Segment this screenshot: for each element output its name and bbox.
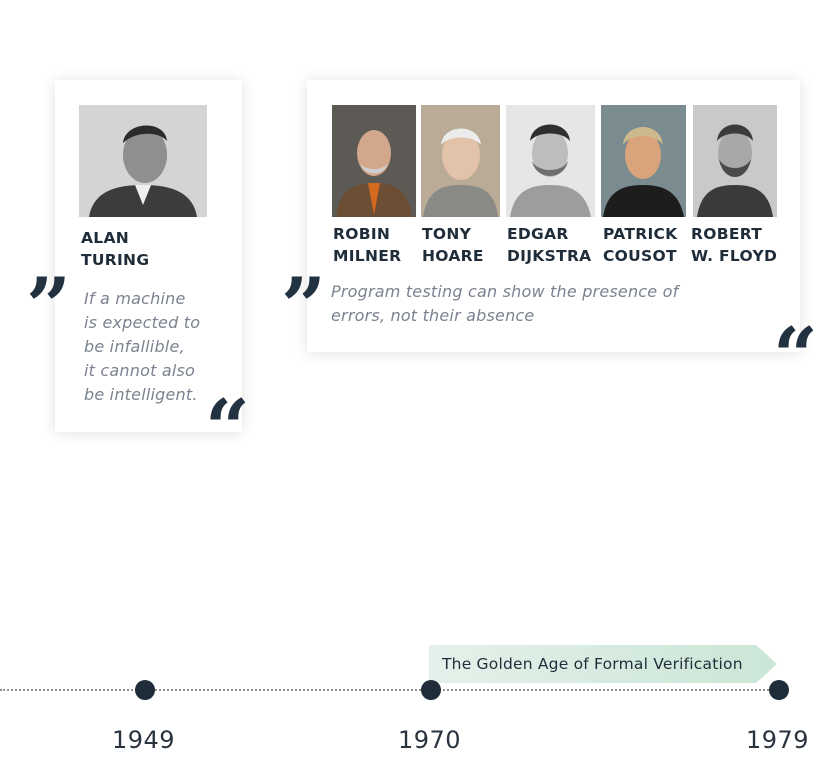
robert-floyd-photo (693, 105, 777, 217)
year-label-1970: 1970 (398, 726, 462, 754)
group-quote-line: errors, not their absence (331, 306, 535, 325)
timeline-dot-1970[interactable] (421, 680, 441, 700)
year-label-1949: 1949 (112, 726, 176, 754)
group-quote-line: Program testing can show the presence of (331, 282, 679, 301)
edgar-dijkstra-name: EDGAR DIJKSTRA (507, 223, 591, 267)
portrait-image (601, 105, 686, 217)
patrick-cousot-name: PATRICK COUSOT (603, 223, 678, 267)
portrait-image (693, 105, 777, 217)
close-quote-mark-icon: “ (205, 383, 250, 474)
portrait-image (421, 105, 500, 217)
name-line2: DIJKSTRA (507, 247, 592, 265)
timeline-dot-1949[interactable] (135, 680, 155, 700)
portrait-image (332, 105, 416, 217)
name-line1: ROBIN (333, 225, 391, 243)
tony-hoare-photo (421, 105, 500, 217)
open-quote-mark-icon: ” (26, 261, 71, 352)
timeline-line (0, 689, 780, 691)
name-line1: PATRICK (603, 225, 678, 243)
close-quote-mark-icon: “ (773, 311, 818, 402)
turing-quote-line: If a machine (84, 289, 186, 308)
tony-hoare-name: TONY HOARE (422, 223, 484, 267)
verification-pioneers-card: ROBIN MILNER TONY HOARE EDGAR DIJKSTRA P… (307, 80, 800, 352)
era-label: The Golden Age of Formal Verification (442, 655, 743, 673)
turing-quote-card: ALAN TURING If a machine is expected to … (55, 80, 242, 432)
robin-milner-name: ROBIN MILNER (333, 223, 401, 267)
robert-floyd-name: ROBERT W. FLOYD (691, 223, 777, 267)
open-quote-mark-icon: ” (281, 261, 326, 352)
dijkstra-quote: Program testing can show the presence of… (331, 280, 678, 328)
portrait-image (79, 105, 207, 217)
turing-name: ALAN TURING (81, 227, 149, 271)
robin-milner-photo (332, 105, 416, 217)
name-line1: ROBERT (691, 225, 763, 243)
year-label-1979: 1979 (746, 726, 810, 754)
name-line2: MILNER (333, 247, 402, 265)
turing-name-line1: ALAN (81, 229, 130, 247)
name-line1: TONY (422, 225, 472, 243)
edgar-dijkstra-photo (506, 105, 595, 217)
turing-quote-line: be infallible, (84, 337, 185, 356)
turing-quote-line: is expected to (84, 313, 201, 332)
alan-turing-photo (79, 105, 207, 217)
turing-quote: If a machine is expected to be infallibl… (84, 287, 200, 407)
portrait-image (506, 105, 595, 217)
name-line2: W. FLOYD (691, 247, 778, 265)
turing-quote-line: be intelligent. (84, 385, 198, 404)
timeline-dot-1979[interactable] (769, 680, 789, 700)
turing-name-line2: TURING (81, 251, 150, 269)
name-line2: HOARE (422, 247, 484, 265)
name-line1: EDGAR (507, 225, 569, 243)
turing-quote-line: it cannot also (84, 361, 196, 380)
patrick-cousot-photo (601, 105, 686, 217)
name-line2: COUSOT (603, 247, 677, 265)
